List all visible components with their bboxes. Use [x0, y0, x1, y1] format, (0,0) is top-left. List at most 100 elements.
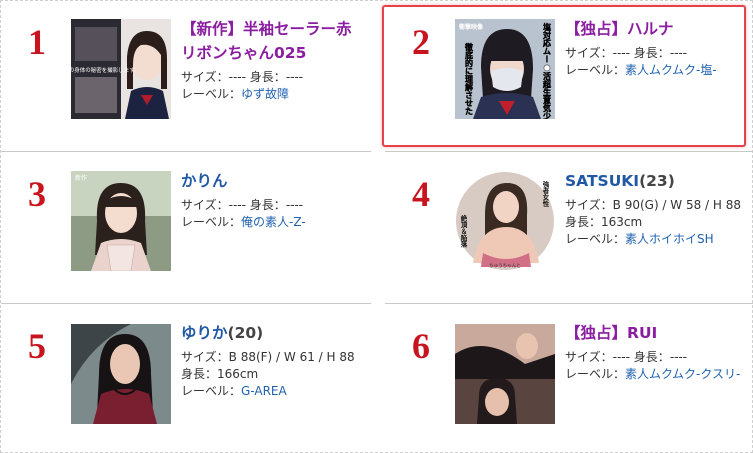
- height-label: 身長：: [249, 198, 286, 212]
- rank-number: 2: [412, 22, 430, 62]
- label-link[interactable]: ゆず故障: [241, 87, 289, 101]
- size-value: ----: [228, 198, 246, 212]
- title-name: RUI: [627, 324, 658, 342]
- item-info: 【独占】ハルナ サイズ：---- 身長：---- レーベル：素人ムクムク-塩-: [565, 17, 750, 79]
- title-age: (23): [639, 172, 675, 190]
- thumb-overlay-text: 徹底的に理解させた: [464, 42, 474, 115]
- ranking-item-3[interactable]: 3 新作 かりん サイズ：---- 身長：---- レーベル：俺の素人-Z-: [1, 153, 377, 303]
- height-row: 身長：166cm: [181, 366, 366, 383]
- item-info: 【独占】RUI サイズ：---- 身長：---- レーベル：素人ムクムク-クスリ…: [565, 321, 750, 383]
- size-label: サイズ：: [181, 350, 229, 364]
- item-title-link[interactable]: ゆりか(20): [181, 321, 366, 345]
- height-label: 身長：: [181, 367, 218, 381]
- size-row: サイズ：---- 身長：----: [181, 197, 366, 214]
- size-label: サイズ：: [565, 46, 613, 60]
- size-row: サイズ：B 88(F) / W 61 / H 88: [181, 349, 366, 366]
- height-label: 身長：: [249, 70, 286, 84]
- thumb-overlay-text: 衝撃映像: [458, 23, 484, 31]
- height-row: 身長：163cm: [565, 214, 750, 231]
- rank-number: 1: [28, 22, 46, 62]
- item-thumbnail[interactable]: 新作: [71, 171, 171, 271]
- height-value: ----: [669, 350, 688, 364]
- title-tag: 【独占】: [565, 20, 628, 38]
- size-label: サイズ：: [181, 198, 229, 212]
- rank-number: 4: [412, 174, 430, 214]
- item-thumbnail[interactable]: [71, 324, 171, 424]
- size-value: ----: [612, 46, 630, 60]
- schoolgirl-thumbnail-image: 女の子の身体の秘密を撮影します。: [71, 19, 171, 119]
- size-value: ----: [228, 70, 246, 84]
- size-label: サイズ：: [565, 198, 613, 212]
- item-info: 【新作】半袖セーラー赤リボンちゃん025 サイズ：---- 身長：---- レー…: [181, 17, 366, 103]
- ranking-grid: 1 女の子の身体の秘密を撮影します。 【新作】半袖セーラー赤リボンちゃん025 …: [0, 0, 753, 453]
- label-label: レーベル：: [565, 232, 626, 246]
- height-label: 身長：: [565, 215, 602, 229]
- collage-thumbnail-image: [455, 324, 555, 424]
- item-info: かりん サイズ：---- 身長：---- レーベル：俺の素人-Z-: [181, 169, 366, 231]
- height-value: ----: [669, 46, 688, 60]
- ranking-item-2[interactable]: 2 衝撃映像 徹底的に理解させた 塩対応ムー●活超生意気少女を 【独占】ハルナ …: [385, 1, 753, 151]
- item-thumbnail[interactable]: 女の子の身体の秘密を撮影します。: [71, 19, 171, 119]
- size-row: サイズ：B 90(G) / W 58 / H 88: [565, 197, 750, 214]
- size-value: ----: [612, 350, 630, 364]
- label-label: レーベル：: [181, 87, 242, 101]
- height-value: 166cm: [217, 367, 259, 381]
- umbrella-girl-thumbnail-image: [71, 324, 171, 424]
- title-age: (20): [227, 324, 264, 342]
- item-title-link[interactable]: 【独占】RUI: [565, 321, 750, 345]
- ranking-item-5[interactable]: 5 ゆりか(20) サイズ：B 88(F) / W 61 / H 88 身長：1…: [1, 305, 377, 453]
- height-value: ----: [285, 198, 304, 212]
- title-name: ゆりか: [181, 324, 228, 342]
- item-title-link[interactable]: かりん: [181, 169, 366, 193]
- outdoor-girl-thumbnail-image: 新作: [71, 171, 171, 271]
- ranking-item-4[interactable]: 4 強者女性 絶頂＆陥落 ちゅうちゃんと SATSUKI(23) サイズ：B 9…: [385, 153, 753, 303]
- thumb-overlay-text: 絶頂＆陥落: [459, 214, 467, 249]
- thumb-overlay-text: ちゅうちゃんと: [489, 263, 521, 269]
- item-title-link[interactable]: 【新作】半袖セーラー赤リボンちゃん025: [181, 17, 366, 65]
- item-thumbnail[interactable]: 衝撃映像 徹底的に理解させた 塩対応ムー●活超生意気少女を: [455, 19, 555, 119]
- title-name: かりん: [181, 172, 228, 190]
- label-link[interactable]: G-AREA: [241, 384, 287, 398]
- label-link[interactable]: 素人ムクムク-塩-: [625, 63, 717, 77]
- row-divider: [385, 303, 753, 304]
- label-label: レーベル：: [565, 367, 626, 381]
- size-row: サイズ：---- 身長：----: [181, 69, 366, 86]
- label-row: レーベル：素人ホイホイSH: [565, 231, 750, 248]
- height-value: 163cm: [601, 215, 643, 229]
- label-row: レーベル：俺の素人-Z-: [181, 214, 366, 231]
- row-divider: [385, 151, 753, 152]
- size-row: サイズ：---- 身長：----: [565, 349, 750, 366]
- thumb-overlay-text: 強者女性: [541, 180, 550, 209]
- size-label: サイズ：: [565, 350, 613, 364]
- thumb-overlay-text: 女の子の身体の秘密を撮影します。: [71, 66, 140, 74]
- item-thumbnail[interactable]: [455, 324, 555, 424]
- item-info: ゆりか(20) サイズ：B 88(F) / W 61 / H 88 身長：166…: [181, 321, 366, 400]
- thumb-overlay-text: 新作: [75, 174, 87, 182]
- masked-girl-thumbnail-image: 衝撃映像 徹底的に理解させた 塩対応ムー●活超生意気少女を: [455, 19, 555, 119]
- label-row: レーベル：G-AREA: [181, 383, 366, 400]
- item-title-link[interactable]: SATSUKI(23): [565, 169, 750, 193]
- label-row: レーベル：素人ムクムク-クスリ-: [565, 366, 750, 383]
- size-value: B 90(G) / W 58 / H 88: [612, 198, 742, 212]
- size-label: サイズ：: [181, 70, 229, 84]
- rank-number: 3: [28, 174, 46, 214]
- label-label: レーベル：: [565, 63, 626, 77]
- label-row: レーベル：ゆず故障: [181, 86, 366, 103]
- height-value: ----: [285, 70, 304, 84]
- label-label: レーベル：: [181, 215, 242, 229]
- title-tag: 【新作】: [181, 20, 244, 38]
- title-tag: 【独占】: [565, 324, 628, 342]
- label-link[interactable]: 素人ホイホイSH: [625, 232, 714, 246]
- item-title-link[interactable]: 【独占】ハルナ: [565, 17, 750, 41]
- label-link[interactable]: 素人ムクムク-クスリ-: [625, 367, 740, 381]
- title-name: SATSUKI: [565, 172, 640, 190]
- item-info: SATSUKI(23) サイズ：B 90(G) / W 58 / H 88 身長…: [565, 169, 750, 248]
- round-portrait-thumbnail-image: 強者女性 絶頂＆陥落 ちゅうちゃんと: [455, 171, 555, 271]
- size-row: サイズ：---- 身長：----: [565, 45, 750, 62]
- label-row: レーベル：素人ムクムク-塩-: [565, 62, 750, 79]
- row-divider: [1, 303, 371, 304]
- ranking-item-6[interactable]: 6 【独占】RUI サイズ：---- 身長：---- レーベル：素人ムクムク-ク…: [385, 305, 753, 453]
- label-link[interactable]: 俺の素人-Z-: [241, 215, 306, 229]
- item-thumbnail[interactable]: 強者女性 絶頂＆陥落 ちゅうちゃんと: [455, 171, 555, 271]
- ranking-item-1[interactable]: 1 女の子の身体の秘密を撮影します。 【新作】半袖セーラー赤リボンちゃん025 …: [1, 1, 377, 151]
